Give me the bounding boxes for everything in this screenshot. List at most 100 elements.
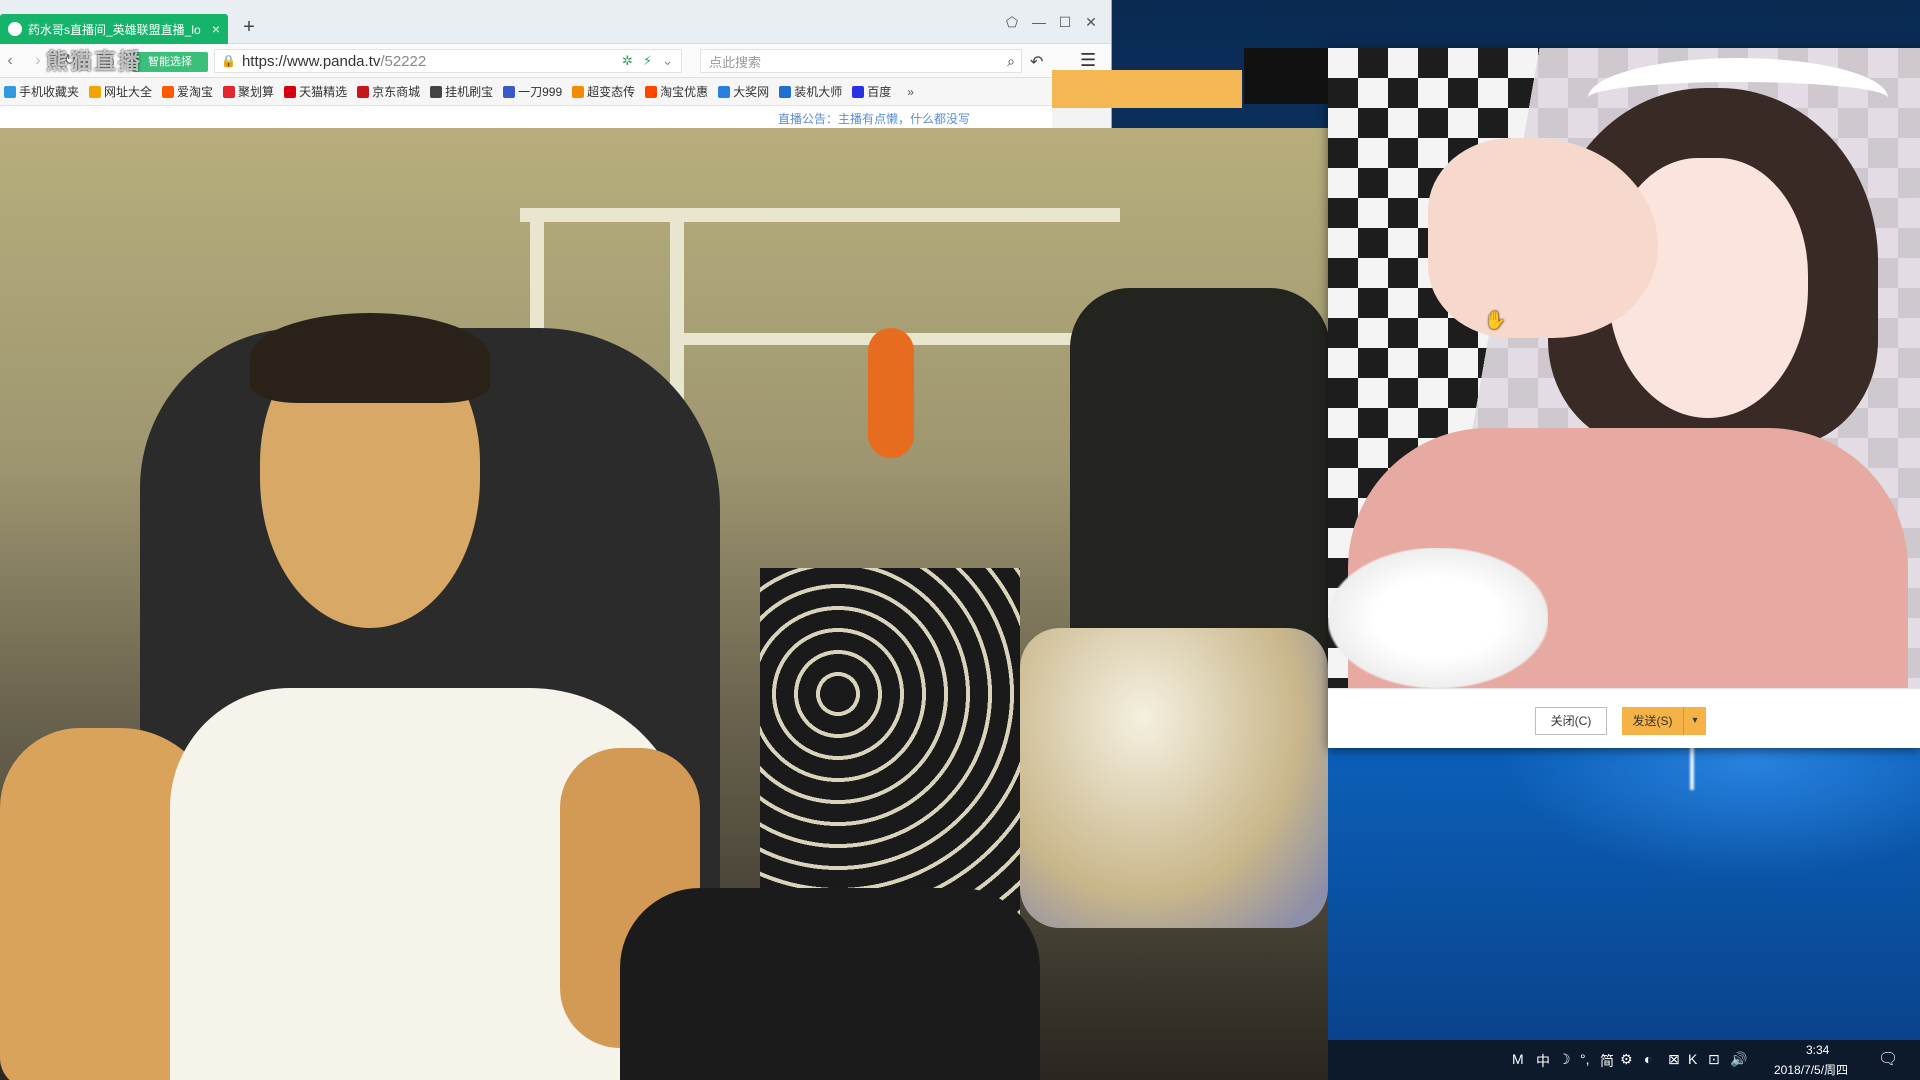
maximize-button[interactable]: ☐ xyxy=(1052,12,1078,32)
clock-date[interactable]: 2018/7/5/周四 xyxy=(1774,1061,1848,1078)
lightning-icon[interactable]: ⚡ xyxy=(643,53,652,69)
search-icon[interactable]: ⌕ xyxy=(1007,53,1015,70)
back-button[interactable]: ‹ xyxy=(0,51,20,71)
video-player[interactable] xyxy=(0,128,1328,1080)
tray-icon[interactable]: ⊠ xyxy=(1668,1051,1680,1068)
bookmark-item[interactable]: 一刀999 xyxy=(499,83,568,100)
tab-active[interactable]: 药水哥s直播间_英雄联盟直播_lo × xyxy=(0,14,228,44)
bookmark-icon xyxy=(284,85,297,98)
address-tools: ✲ ⚡ ⌄ xyxy=(622,53,681,69)
tray-icon[interactable]: 中 xyxy=(1536,1051,1550,1071)
url-path: /52222 xyxy=(380,52,427,70)
tray-icon[interactable]: K xyxy=(1688,1051,1697,1067)
toy-figure xyxy=(868,328,914,458)
panda-watermark: 熊猫直播 xyxy=(46,49,143,74)
bookmark-label: 聚划算 xyxy=(238,85,275,99)
send-options-chevron-icon[interactable]: ▾ xyxy=(1684,707,1706,735)
forward-button[interactable]: › xyxy=(28,51,48,71)
dialog-edge xyxy=(1244,48,1328,104)
bookmark-icon xyxy=(718,85,731,98)
close-button[interactable]: 关闭(C) xyxy=(1535,707,1607,735)
bookmark-item[interactable]: 大奖网 xyxy=(714,83,775,100)
bookmark-icon xyxy=(645,85,658,98)
send-button[interactable]: 发送(S) xyxy=(1622,707,1684,735)
streamer-hair xyxy=(250,313,490,403)
bookmark-item[interactable]: 挂机刷宝 xyxy=(426,83,499,100)
close-window-button[interactable]: ✕ xyxy=(1078,12,1104,32)
lock-icon: 🔒 xyxy=(221,54,236,68)
chevron-down-icon[interactable]: ⌄ xyxy=(662,53,673,69)
bookmark-icon xyxy=(4,85,16,98)
tab-bar: 药水哥s直播间_英雄联盟直播_lo × + ⬠ — ☐ ✕ xyxy=(0,0,1111,44)
bookmark-label: 天猫精选 xyxy=(299,85,348,99)
bookmark-item[interactable]: 天猫精选 xyxy=(280,83,353,100)
bookmark-label: 一刀999 xyxy=(518,85,563,99)
bookmark-item[interactable]: 网址大全 xyxy=(85,83,158,100)
tray-icon[interactable]: 简 xyxy=(1600,1051,1614,1071)
tray-icon[interactable]: 🔊 xyxy=(1730,1051,1747,1068)
clothes-pile xyxy=(1020,628,1328,928)
page-content-peek: 直播公告：主播有点懒，什么都没写 xyxy=(0,106,1052,128)
bookmark-icon xyxy=(430,85,443,98)
tray-icon[interactable]: ☽ xyxy=(1558,1051,1571,1068)
menu-icon[interactable]: ☰ xyxy=(1080,50,1096,71)
bookmark-label: 装机大师 xyxy=(794,85,843,99)
search-box[interactable]: 点此搜索 ⌕ xyxy=(700,49,1022,73)
tray-icon[interactable]: ◐ xyxy=(1644,1051,1652,1067)
bookmark-label: 淘宝优惠 xyxy=(660,85,709,99)
bookmark-item[interactable]: 百度 xyxy=(848,83,897,100)
tray-icon[interactable]: M xyxy=(1512,1051,1524,1067)
photo-fur xyxy=(1328,548,1548,688)
bookmark-label: 爱淘宝 xyxy=(177,85,214,99)
hand-cursor-icon: ✋ xyxy=(1484,310,1507,330)
bookmark-icon xyxy=(357,85,370,98)
bookmark-icon xyxy=(572,85,585,98)
notification-icon[interactable]: 🗨 xyxy=(1878,1049,1898,1069)
bookmark-icon xyxy=(779,85,792,98)
bookmark-item[interactable]: 装机大师 xyxy=(775,83,848,100)
smart-mode-badge[interactable]: 智能选择 xyxy=(132,52,208,72)
clock-time[interactable]: 3:34 xyxy=(1806,1043,1829,1057)
new-tab-button[interactable]: + xyxy=(238,16,260,38)
bookmark-label: 挂机刷宝 xyxy=(445,85,494,99)
bookmark-item[interactable]: 爱淘宝 xyxy=(158,83,219,100)
photo-headband xyxy=(1588,58,1888,138)
bookmark-icon xyxy=(223,85,236,98)
bookmark-item[interactable]: 手机收藏夹 xyxy=(0,83,85,100)
streamer-legs xyxy=(620,888,1040,1080)
undo-icon[interactable]: ↶ xyxy=(1030,52,1043,72)
bookmark-label: 网址大全 xyxy=(104,85,153,99)
bookmarks-bar: 手机收藏夹 网址大全 爱淘宝 聚划算 天猫精选 京东商城 挂机刷宝 一刀999 超变态传 淘宝优惠… xyxy=(0,78,1111,106)
page-header-strip xyxy=(1052,70,1242,108)
bookmark-icon xyxy=(162,85,175,98)
bookmark-item[interactable]: 淘宝优惠 xyxy=(641,83,714,100)
bookmark-item[interactable]: 超变态传 xyxy=(568,83,641,100)
bookmark-label: 百度 xyxy=(867,85,892,99)
shelf xyxy=(520,208,1120,222)
panda-favicon-icon xyxy=(8,22,22,36)
skin-icon[interactable]: ⬠ xyxy=(999,12,1025,32)
bookmark-label: 大奖网 xyxy=(733,85,770,99)
speed-mode-icon[interactable]: ✲ xyxy=(622,53,633,69)
bookmark-label: 京东商城 xyxy=(372,85,421,99)
bookmark-icon xyxy=(852,85,865,98)
tray-icon[interactable]: ⚙ xyxy=(1620,1051,1633,1068)
bookmark-item[interactable]: 聚划算 xyxy=(219,83,280,100)
browser-window: 药水哥s直播间_英雄联盟直播_lo × + ⬠ — ☐ ✕ ‹ › ↻ ⌂ 智能… xyxy=(0,0,1112,128)
dialog-footer: 关闭(C) 发送(S) ▾ xyxy=(1328,688,1920,748)
taskbar: M 中 ☽ °, 简 ⚙ ◐ ⊠ K ⊡ 🔊 3:34 2018/7/5/周四 🗨 xyxy=(1328,1040,1920,1080)
url-host: https://www.panda.tv xyxy=(241,52,381,70)
bookmarks-more-icon[interactable]: » xyxy=(897,85,924,99)
search-placeholder: 点此搜索 xyxy=(709,54,762,70)
room-notice: 直播公告：主播有点懒，什么都没写 xyxy=(778,112,971,126)
tab-close-icon[interactable]: × xyxy=(212,21,220,37)
navigation-bar: ‹ › ↻ ⌂ 智能选择 🔒 https://www.panda.tv/5222… xyxy=(0,44,1111,78)
image-preview-dialog: ✋ 关闭(C) 发送(S) ▾ xyxy=(1244,48,1920,748)
tray-icon[interactable]: ⊡ xyxy=(1708,1051,1720,1068)
address-bar[interactable]: 🔒 https://www.panda.tv/52222 ✲ ⚡ ⌄ xyxy=(214,49,682,73)
minimize-button[interactable]: — xyxy=(1026,12,1052,32)
bookmark-label: 超变态传 xyxy=(587,85,636,99)
bookmark-item[interactable]: 京东商城 xyxy=(353,83,426,100)
tray-icon[interactable]: °, xyxy=(1580,1051,1590,1067)
tab-title: 药水哥s直播间_英雄联盟直播_lo xyxy=(28,22,201,37)
